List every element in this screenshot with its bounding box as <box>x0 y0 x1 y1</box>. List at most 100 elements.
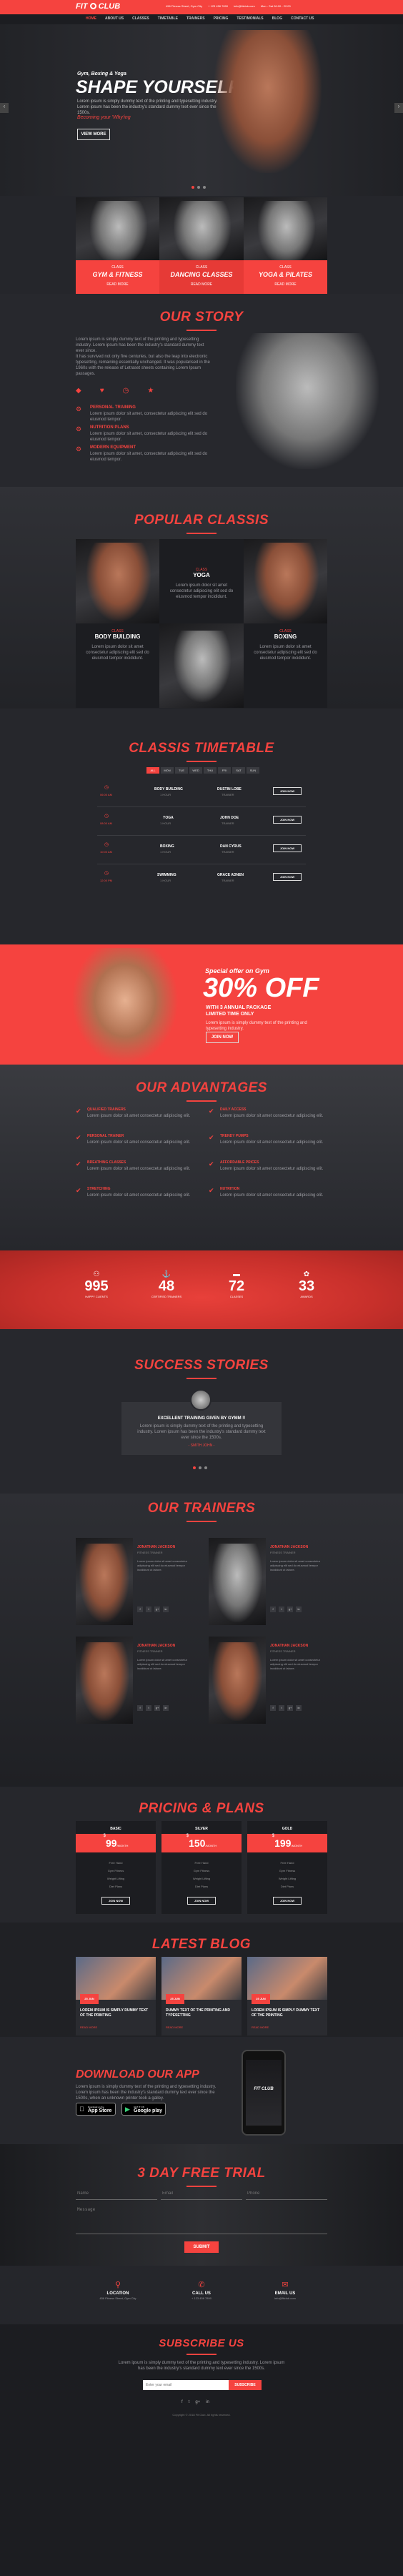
feature-card-link[interactable]: READ MORE <box>244 282 327 287</box>
linkedin-icon[interactable]: in <box>296 1607 302 1612</box>
story-icons-row: ◆ ♥ ◷ ★ <box>76 387 154 395</box>
appstore-button[interactable]:  Download on the App Store <box>76 2103 116 2116</box>
story-feature-icon: ⚙ <box>76 445 82 453</box>
facebook-icon[interactable]: f <box>270 1607 276 1612</box>
feature-card[interactable]: CLASS YOGA & PILATES READ MORE <box>244 197 327 294</box>
subscribe-email-input[interactable] <box>143 2380 229 2390</box>
hero-button[interactable]: VIEW MORE <box>77 129 110 140</box>
twitter-icon[interactable]: t <box>146 1705 151 1711</box>
row-trainer-role: TRAINER <box>222 793 234 796</box>
blog-card[interactable]: 25 JUN LOREM IPSUM IS SIMPLY DUMMY TEXT O… <box>247 1957 327 2035</box>
success-dots[interactable] <box>193 1466 207 1469</box>
class-card[interactable]: CLASS BODY BUILDING Lorem ipsum dolor si… <box>76 623 159 708</box>
nav-contact[interactable]: CONTACT US <box>291 16 314 21</box>
blog-card[interactable]: 25 JUN DUMMY TEXT OF THE PRINTING AND TYP… <box>161 1957 242 2035</box>
class-card[interactable]: CLASS YOGA Lorem ipsum dolor sit amet co… <box>159 539 244 623</box>
contact-value[interactable]: + 123 456 7890 <box>169 2296 234 2301</box>
hero-next-arrow[interactable]: › <box>394 103 403 113</box>
linkedin-icon[interactable]: in <box>163 1705 169 1711</box>
counter: ⚇ 995 HAPPY CLIENTS <box>71 1270 121 1298</box>
trainer-card[interactable]: JONATHAN JACKSON FITNESS TRAINER Lorem ips… <box>209 1538 327 1625</box>
header-email[interactable]: info@fitclub.com <box>234 4 255 8</box>
join-button[interactable]: JOIN NOW <box>273 844 302 852</box>
feature-card-link[interactable]: READ MORE <box>76 282 159 287</box>
timer-icon: ◷ <box>122 387 129 395</box>
tab-sun[interactable]: SUN <box>247 767 259 774</box>
googleplus-icon[interactable]: g+ <box>287 1705 293 1711</box>
header-phone[interactable]: + 123 456 7890 <box>208 4 228 8</box>
feature-card[interactable]: CLASS GYM & FITNESS READ MORE <box>76 197 159 294</box>
class-card[interactable]: CLASS BOXING Lorem ipsum dolor sit amet … <box>244 623 327 708</box>
row-time: 12:00 PM <box>100 879 113 882</box>
facebook-icon[interactable]: f <box>270 1705 276 1711</box>
phone-field[interactable] <box>246 2187 327 2200</box>
tab-all[interactable]: ALL <box>146 767 159 774</box>
twitter-icon[interactable]: t <box>189 2400 190 2404</box>
facebook-icon[interactable]: f <box>181 2400 183 2404</box>
twitter-icon[interactable]: t <box>279 1607 284 1612</box>
blog-read-more[interactable]: READ MORE <box>166 2025 183 2029</box>
googleplus-icon[interactable]: g+ <box>195 2400 200 2404</box>
name-field[interactable] <box>76 2187 157 2200</box>
tab-sat[interactable]: SAT <box>232 767 245 774</box>
hero-prev-arrow[interactable]: ‹ <box>0 103 9 113</box>
blog-read-more[interactable]: READ MORE <box>80 2025 97 2029</box>
facebook-icon[interactable]: f <box>137 1607 143 1612</box>
twitter-icon[interactable]: t <box>146 1607 151 1612</box>
advantage-item: ✔ BREATHING CLASSES Lorem ipsum dolor sit … <box>76 1160 194 1183</box>
googleplus-icon[interactable]: g+ <box>287 1607 293 1612</box>
trainer-card[interactable]: JONATHAN JACKSON FITNESS TRAINER Lorem ips… <box>76 1637 194 1724</box>
email-field[interactable] <box>161 2187 242 2200</box>
slider-dot[interactable] <box>191 186 194 189</box>
tab-mon[interactable]: MON <box>161 767 174 774</box>
join-button[interactable]: JOIN NOW <box>273 816 302 824</box>
join-button[interactable]: JOIN NOW <box>273 873 302 881</box>
twitter-icon[interactable]: t <box>279 1705 284 1711</box>
linkedin-icon[interactable]: in <box>163 1607 169 1612</box>
slider-dot[interactable] <box>204 1466 207 1469</box>
submit-button[interactable]: SUBMIT <box>184 2241 219 2253</box>
join-button[interactable]: JOIN NOW <box>273 787 302 795</box>
facebook-icon[interactable]: f <box>137 1705 143 1711</box>
subscribe-button[interactable]: SUBSCRIBE <box>229 2380 262 2390</box>
nav-pricing[interactable]: PRICING <box>214 16 229 21</box>
nav-about[interactable]: ABOUT US <box>105 16 124 21</box>
blog-read-more[interactable]: READ MORE <box>252 2025 269 2029</box>
feature-card[interactable]: CLASS DANCING CLASSES READ MORE <box>159 197 244 294</box>
trainer-text: Lorem ipsum dolor sit amet consectetur a… <box>137 1559 188 1571</box>
linkedin-icon[interactable]: in <box>296 1705 302 1711</box>
slider-dot[interactable] <box>199 1466 201 1469</box>
tab-wed[interactable]: WED <box>189 767 202 774</box>
nav-timetable[interactable]: TIMETABLE <box>158 16 178 21</box>
googleplus-icon[interactable]: g+ <box>154 1607 160 1612</box>
plan-join-button[interactable]: JOIN NOW <box>101 1897 130 1905</box>
message-field[interactable] <box>76 2206 327 2234</box>
plan-join-button[interactable]: JOIN NOW <box>273 1897 302 1905</box>
story-feature-icon: ⚙ <box>76 405 82 413</box>
slider-dot[interactable] <box>193 1466 196 1469</box>
nav-classes[interactable]: CLASSES <box>132 16 149 21</box>
offer-button[interactable]: JOIN NOW <box>206 1032 239 1043</box>
nav-home[interactable]: HOME <box>86 16 96 21</box>
nav-blog[interactable]: BLOG <box>272 16 282 21</box>
slider-dot[interactable] <box>197 186 200 189</box>
counter-value: 995 <box>84 1278 109 1294</box>
logo[interactable]: FIT CLUB <box>76 2 120 11</box>
blog-card[interactable]: 25 JUN LOREM IPSUM IS SIMPLY DUMMY TEXT O… <box>76 1957 156 2035</box>
plan-join-button[interactable]: JOIN NOW <box>187 1897 216 1905</box>
nav-trainers[interactable]: TRAINERS <box>186 16 205 21</box>
slider-dot[interactable] <box>203 186 206 189</box>
linkedin-icon[interactable]: in <box>206 2400 209 2404</box>
tab-tue[interactable]: TUE <box>175 767 188 774</box>
googleplus-icon[interactable]: g+ <box>154 1705 160 1711</box>
nav-testimonials[interactable]: TESTIMONIALS <box>237 16 263 21</box>
trainer-card[interactable]: JONATHAN JACKSON FITNESS TRAINER Lorem ips… <box>76 1538 194 1625</box>
feature-card-link[interactable]: READ MORE <box>159 282 244 287</box>
hero-slider-dots[interactable] <box>191 186 206 189</box>
tab-fri[interactable]: FRI <box>218 767 231 774</box>
app-title: DOWNLOAD OUR APP <box>76 2068 199 2081</box>
tab-thu[interactable]: THU <box>204 767 217 774</box>
googleplay-button[interactable]: ▶ GET IT ON Google play <box>121 2103 166 2116</box>
contact-value[interactable]: info@fitclub.com <box>253 2296 317 2301</box>
trainer-card[interactable]: JONATHAN JACKSON FITNESS TRAINER Lorem ips… <box>209 1637 327 1724</box>
